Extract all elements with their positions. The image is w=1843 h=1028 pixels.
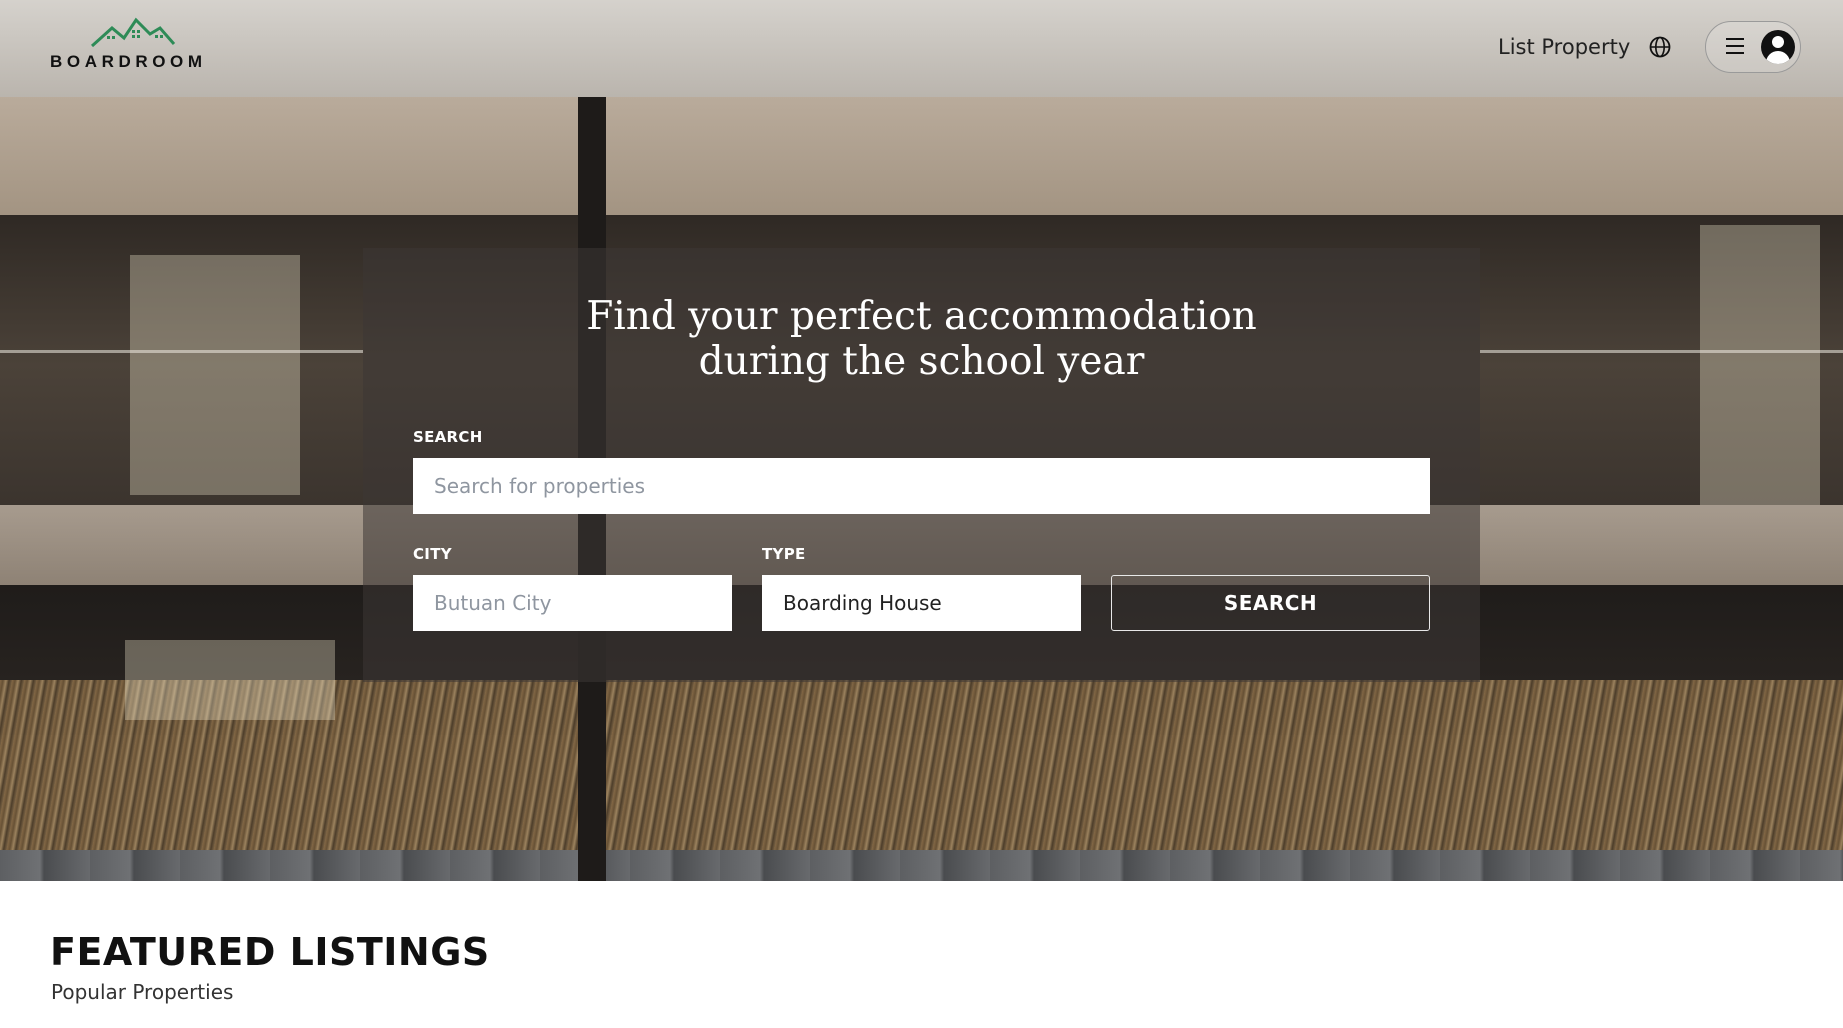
city-label: CITY	[413, 545, 452, 563]
featured-title: FEATURED LISTINGS	[50, 930, 490, 974]
hero-headline: Find your perfect accommodation during t…	[363, 294, 1480, 384]
hero-photo-wall	[0, 850, 1843, 881]
hamburger-icon	[1726, 38, 1744, 56]
headline-line-2: during the school year	[698, 339, 1145, 384]
city-input[interactable]: Butuan City	[413, 575, 732, 631]
search-button[interactable]: SEARCH	[1111, 575, 1430, 631]
user-avatar-icon	[1761, 30, 1795, 64]
hero-photo-railing	[1480, 350, 1843, 353]
brand-logo[interactable]: BOARDROOM	[50, 16, 220, 72]
headline-line-1: Find your perfect accommodation	[586, 294, 1257, 339]
hero-photo-window	[125, 640, 335, 720]
globe-icon[interactable]	[1648, 35, 1672, 59]
user-menu-button[interactable]	[1705, 21, 1801, 73]
hero-photo-railing	[0, 350, 363, 353]
hero-photo-window	[1700, 225, 1820, 505]
type-select[interactable]: Boarding House	[762, 575, 1081, 631]
hero-photo-slab	[0, 97, 1843, 215]
list-property-link[interactable]: List Property	[1498, 35, 1630, 59]
featured-subtitle: Popular Properties	[51, 980, 234, 1004]
type-label: TYPE	[762, 545, 806, 563]
search-input[interactable]: Search for properties	[413, 458, 1430, 514]
search-label: SEARCH	[413, 428, 483, 446]
hero-photo-window	[130, 255, 300, 495]
site-header: BOARDROOM List Property	[0, 0, 1843, 97]
brand-name: BOARDROOM	[50, 52, 207, 71]
house-logo-icon	[90, 17, 176, 48]
